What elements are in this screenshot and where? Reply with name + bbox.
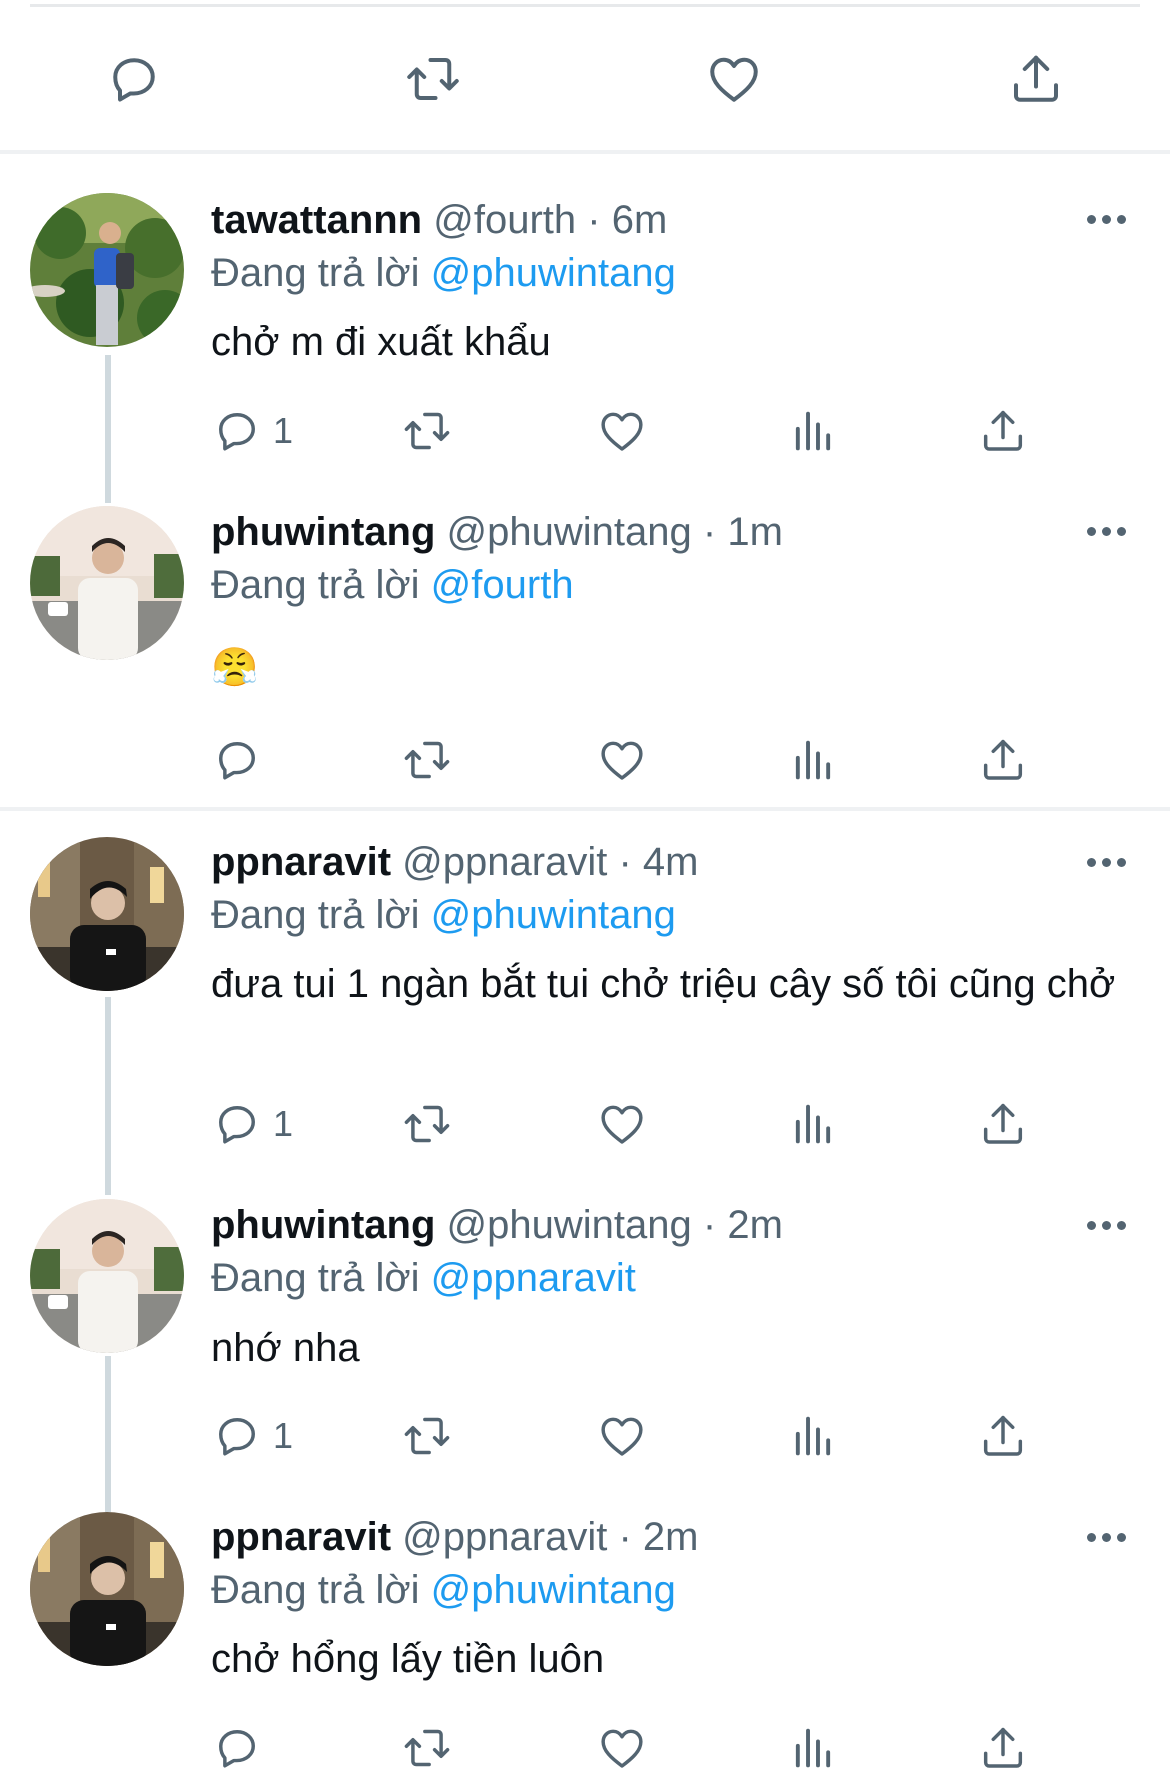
reply-icon[interactable] <box>211 1410 263 1462</box>
retweet-icon[interactable] <box>401 734 453 786</box>
avatar[interactable] <box>30 1199 184 1353</box>
reply-icon[interactable] <box>211 734 263 786</box>
replying-to: Đang trả lời @phuwintang <box>211 249 676 297</box>
avatar[interactable] <box>30 193 184 347</box>
separator-dot: · <box>702 510 717 554</box>
reply-count: 1 <box>273 410 294 451</box>
thread-line <box>105 1356 111 1512</box>
views-icon[interactable] <box>787 734 839 786</box>
tweet-text: đưa tui 1 ngàn bắt tui chở triệu cây số … <box>211 962 1116 1006</box>
thread-line <box>105 997 111 1195</box>
separator-dot: · <box>618 840 632 884</box>
views-icon[interactable] <box>787 1098 839 1150</box>
avatar[interactable] <box>30 506 184 660</box>
more-options-icon[interactable] <box>1087 1221 1127 1233</box>
replying-to-label: Đang trả lời <box>211 1256 420 1300</box>
timestamp[interactable]: 6m <box>612 198 668 242</box>
views-icon[interactable] <box>787 1410 839 1462</box>
section-divider <box>0 150 1170 154</box>
more-options-icon[interactable] <box>1087 527 1127 539</box>
avatar[interactable] <box>30 837 184 991</box>
replying-to-handle[interactable]: @ppnaravit <box>431 1256 636 1300</box>
share-icon[interactable] <box>977 1722 1029 1774</box>
tweet-header: ppnaravit @ppnaravit · 4m <box>211 838 698 886</box>
replying-to-handle[interactable]: @phuwintang <box>431 893 676 937</box>
timestamp[interactable]: 2m <box>643 1515 699 1559</box>
reply-icon[interactable] <box>211 405 263 457</box>
display-name[interactable]: phuwintang <box>211 510 435 554</box>
tweet-text: nhớ nha <box>211 1326 360 1370</box>
share-icon[interactable] <box>1006 49 1066 109</box>
more-options-icon[interactable] <box>1087 215 1127 227</box>
replying-to: Đang trả lời @ppnaravit <box>211 1254 636 1302</box>
like-icon[interactable] <box>596 1722 648 1774</box>
replying-to-label: Đang trả lời <box>211 251 420 295</box>
like-icon[interactable] <box>596 405 648 457</box>
replying-to-label: Đang trả lời <box>211 563 420 607</box>
replying-to: Đang trả lời @phuwintang <box>211 891 676 939</box>
tweet-header: phuwintang @phuwintang · 1m <box>211 508 783 556</box>
top-divider <box>30 4 1140 7</box>
timestamp[interactable]: 2m <box>727 1203 783 1247</box>
retweet-icon[interactable] <box>401 405 453 457</box>
replying-to-handle[interactable]: @phuwintang <box>431 251 676 295</box>
like-icon[interactable] <box>596 734 648 786</box>
tweet-text: chở m đi xuất khẩu <box>211 320 551 364</box>
like-icon[interactable] <box>704 49 764 109</box>
user-handle[interactable]: @fourth <box>433 198 576 242</box>
views-icon[interactable] <box>787 1722 839 1774</box>
display-name[interactable]: ppnaravit <box>211 840 391 884</box>
replying-to-handle[interactable]: @fourth <box>431 563 574 607</box>
tweet-text: 😤 <box>211 647 259 689</box>
replying-to-label: Đang trả lời <box>211 1568 420 1612</box>
user-handle[interactable]: @ppnaravit <box>402 840 607 884</box>
user-handle[interactable]: @phuwintang <box>447 510 692 554</box>
display-name[interactable]: tawattannn <box>211 198 422 242</box>
retweet-icon[interactable] <box>401 1098 453 1150</box>
timestamp[interactable]: 4m <box>643 840 699 884</box>
separator-dot: · <box>618 1515 632 1559</box>
avatar[interactable] <box>30 1512 184 1666</box>
share-icon[interactable] <box>977 405 1029 457</box>
separator-dot: · <box>587 198 601 242</box>
more-options-icon[interactable] <box>1087 1533 1127 1545</box>
replying-to: Đang trả lời @phuwintang <box>211 1566 676 1614</box>
reply-icon[interactable] <box>211 1722 263 1774</box>
share-icon[interactable] <box>977 734 1029 786</box>
retweet-icon[interactable] <box>401 1410 453 1462</box>
reply-count: 1 <box>273 1103 294 1144</box>
reply-icon[interactable] <box>211 1098 263 1150</box>
reply-icon[interactable] <box>104 49 164 109</box>
like-icon[interactable] <box>596 1098 648 1150</box>
like-icon[interactable] <box>596 1410 648 1462</box>
replying-to-handle[interactable]: @phuwintang <box>431 1568 676 1612</box>
timestamp[interactable]: 1m <box>727 510 783 554</box>
share-icon[interactable] <box>977 1098 1029 1150</box>
tweet-header: tawattannn @fourth · 6m <box>211 196 667 244</box>
section-divider <box>0 807 1170 811</box>
display-name[interactable]: phuwintang <box>211 1203 435 1247</box>
display-name[interactable]: ppnaravit <box>211 1515 391 1559</box>
tweet-header: phuwintang @phuwintang · 2m <box>211 1201 783 1249</box>
replying-to-label: Đang trả lời <box>211 893 420 937</box>
more-options-icon[interactable] <box>1087 858 1127 870</box>
user-handle[interactable]: @ppnaravit <box>402 1515 607 1559</box>
retweet-icon[interactable] <box>403 49 463 109</box>
retweet-icon[interactable] <box>401 1722 453 1774</box>
replying-to: Đang trả lời @fourth <box>211 561 574 609</box>
reply-count: 1 <box>273 1415 294 1456</box>
views-icon[interactable] <box>787 405 839 457</box>
share-icon[interactable] <box>977 1410 1029 1462</box>
user-handle[interactable]: @phuwintang <box>447 1203 692 1247</box>
tweet-text: chở hổng lấy tiền luôn <box>211 1637 605 1681</box>
tweet-header: ppnaravit @ppnaravit · 2m <box>211 1513 698 1561</box>
thread-line <box>105 355 111 503</box>
separator-dot: · <box>702 1203 717 1247</box>
